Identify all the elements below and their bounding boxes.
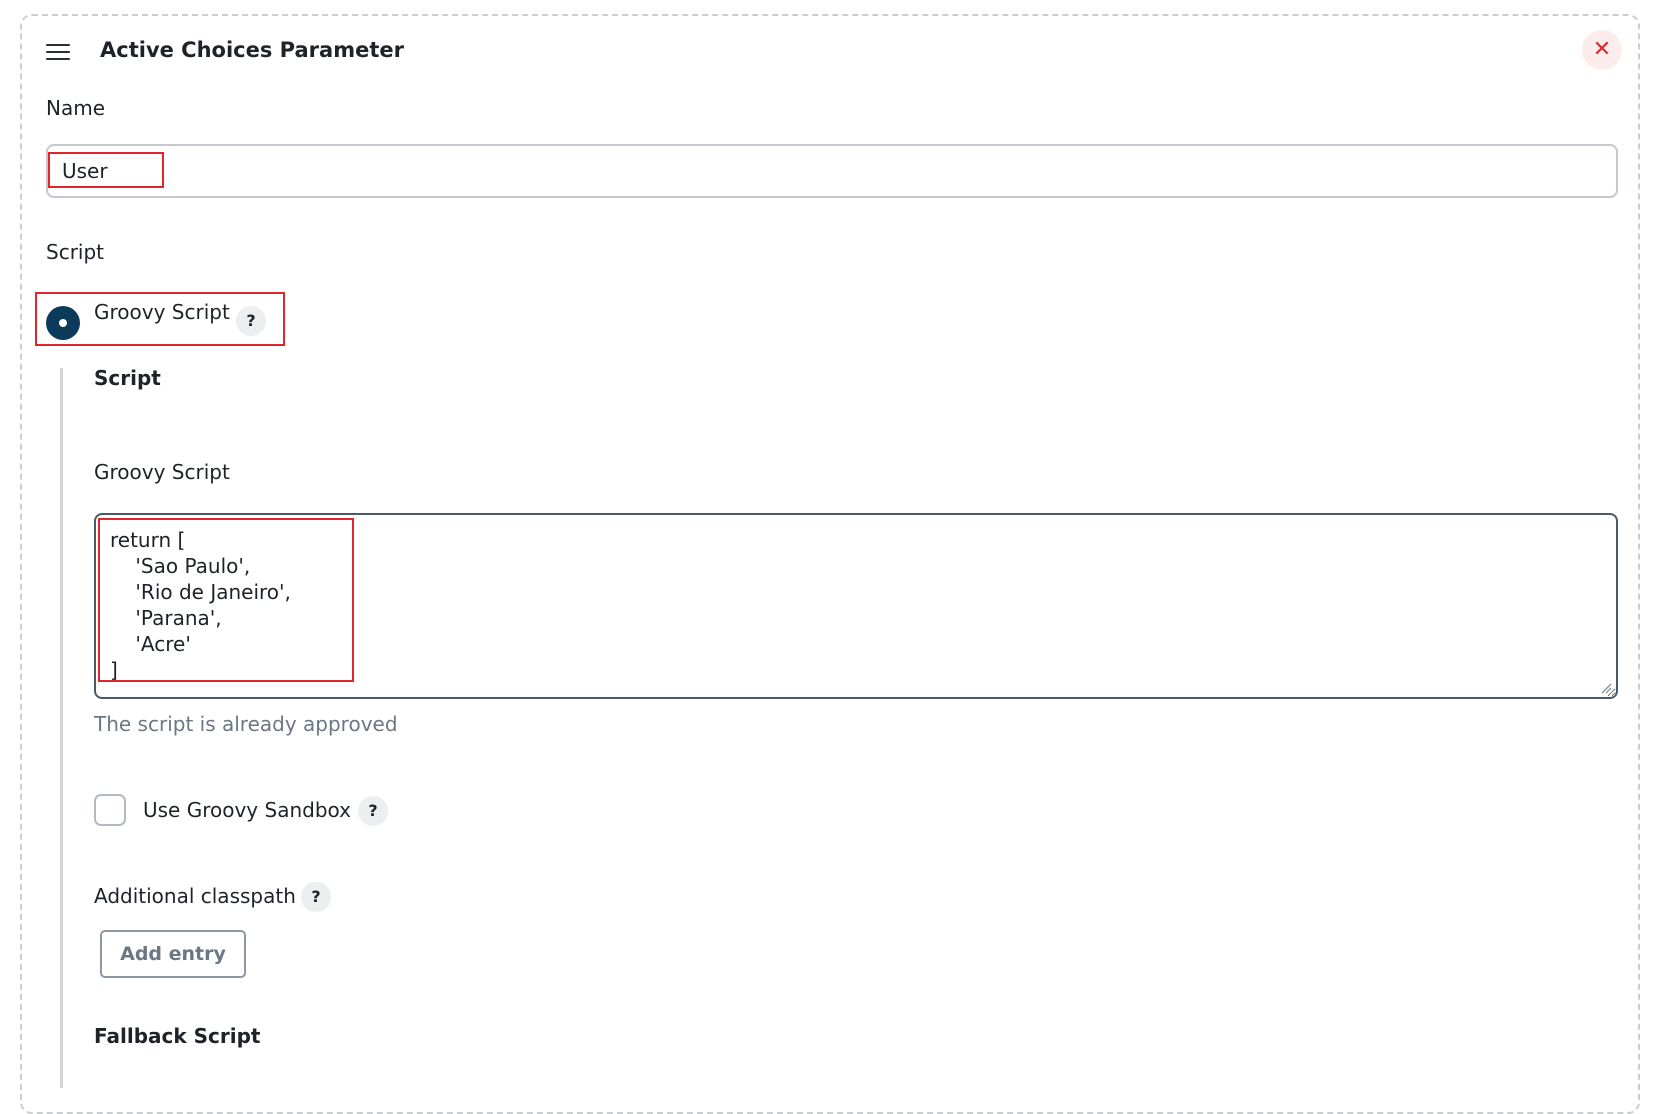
radio-selected-dot: [59, 319, 67, 327]
help-icon[interactable]: ?: [236, 306, 266, 336]
classpath-label: Additional classpath: [94, 884, 296, 908]
sandbox-checkbox[interactable]: [94, 794, 126, 826]
drag-handle-icon[interactable]: [46, 44, 70, 60]
help-icon[interactable]: ?: [301, 882, 331, 912]
resize-grip-icon[interactable]: [1600, 682, 1612, 694]
approval-status: The script is already approved: [94, 712, 398, 736]
script-label: Script: [46, 240, 105, 264]
add-entry-button[interactable]: Add entry: [100, 930, 246, 978]
script-subheading: Script: [94, 366, 161, 390]
groovy-script-radio[interactable]: [46, 306, 80, 340]
panel-title: Active Choices Parameter: [100, 38, 404, 62]
sandbox-label[interactable]: Use Groovy Sandbox: [143, 798, 351, 822]
close-icon[interactable]: ✕: [1582, 30, 1622, 70]
groovy-script-label: Groovy Script: [94, 460, 230, 484]
help-icon[interactable]: ?: [358, 796, 388, 826]
groovy-script-textarea[interactable]: return [ 'Sao Paulo', 'Rio de Janeiro', …: [94, 513, 1618, 699]
name-label: Name: [46, 96, 106, 120]
fallback-script-heading: Fallback Script: [94, 1024, 261, 1048]
section-indent-line: [60, 368, 63, 1088]
groovy-script-option-label[interactable]: Groovy Script: [94, 300, 230, 324]
name-input[interactable]: [46, 144, 1618, 198]
